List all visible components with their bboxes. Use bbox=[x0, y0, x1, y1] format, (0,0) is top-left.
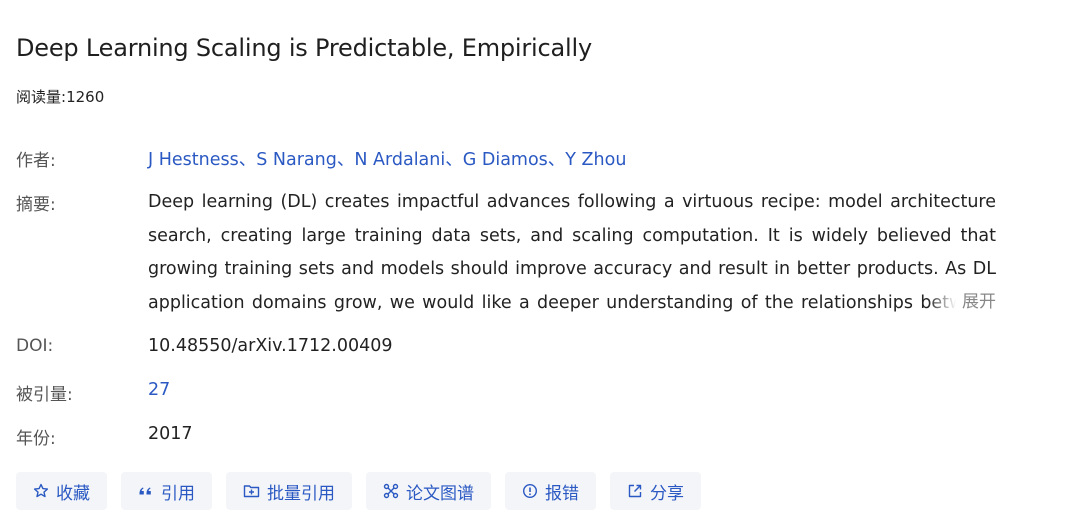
quote-icon bbox=[138, 483, 154, 499]
paper-graph-label: 论文图谱 bbox=[406, 483, 474, 504]
batch-cite-button[interactable]: 批量引用 bbox=[226, 472, 352, 510]
action-bar: 收藏 引用 批量引用 论文图谱 报错 分享 bbox=[16, 472, 701, 510]
authors-row: 作者: J Hestness、S Narang、N Ardalani、G Dia… bbox=[16, 146, 996, 172]
read-count-value: 1260 bbox=[66, 88, 105, 106]
doi-row: DOI: 10.48550/arXiv.1712.00409 bbox=[16, 336, 996, 362]
author-link[interactable]: N Ardalani bbox=[354, 150, 445, 170]
author-separator: 、 bbox=[445, 150, 463, 170]
doi-value: 10.48550/arXiv.1712.00409 bbox=[148, 336, 393, 356]
author-separator: 、 bbox=[336, 150, 355, 170]
share-button[interactable]: 分享 bbox=[610, 472, 701, 510]
share-icon bbox=[627, 483, 643, 499]
authors-list: J Hestness、S Narang、N Ardalani、G Diamos、… bbox=[148, 146, 996, 171]
graph-icon bbox=[383, 483, 399, 499]
read-count: 阅读量:1260 bbox=[16, 86, 104, 107]
report-error-label: 报错 bbox=[545, 483, 579, 504]
year-value: 2017 bbox=[148, 424, 193, 444]
abstract-row: 摘要: Deep learning (DL) creates impactful… bbox=[16, 186, 996, 320]
cite-button[interactable]: 引用 bbox=[121, 472, 212, 510]
folder-plus-icon bbox=[243, 483, 260, 499]
cite-label: 引用 bbox=[161, 483, 195, 504]
share-label: 分享 bbox=[650, 483, 684, 504]
batch-cite-label: 批量引用 bbox=[267, 483, 335, 504]
year-label: 年份: bbox=[16, 429, 56, 449]
paper-graph-button[interactable]: 论文图谱 bbox=[366, 472, 491, 510]
citations-count-link[interactable]: 27 bbox=[148, 380, 996, 400]
star-icon bbox=[33, 483, 49, 499]
author-link[interactable]: S Narang bbox=[256, 150, 337, 170]
author-separator: 、 bbox=[547, 150, 566, 170]
abstract-paragraph: Deep learning (DL) creates impactful adv… bbox=[148, 192, 996, 313]
abstract-label: 摘要: bbox=[16, 195, 56, 215]
author-link[interactable]: G Diamos bbox=[463, 150, 548, 170]
citations-row: 被引量: 27 bbox=[16, 380, 996, 406]
paper-title: Deep Learning Scaling is Predictable, Em… bbox=[16, 34, 592, 62]
author-link[interactable]: Y Zhou bbox=[565, 150, 626, 170]
expand-button[interactable]: 展开 bbox=[928, 286, 996, 319]
year-row: 年份: 2017 bbox=[16, 424, 996, 450]
report-error-button[interactable]: 报错 bbox=[505, 472, 596, 510]
doi-label: DOI: bbox=[16, 336, 54, 356]
favorite-label: 收藏 bbox=[56, 483, 90, 504]
abstract-text: Deep learning (DL) creates impactful adv… bbox=[148, 186, 996, 316]
alert-icon bbox=[522, 483, 538, 499]
author-link[interactable]: J Hestness bbox=[148, 150, 239, 170]
authors-label: 作者: bbox=[16, 151, 56, 171]
author-separator: 、 bbox=[238, 150, 257, 170]
favorite-button[interactable]: 收藏 bbox=[16, 472, 107, 510]
citations-label: 被引量: bbox=[16, 385, 73, 405]
read-count-label: 阅读量: bbox=[16, 88, 67, 106]
